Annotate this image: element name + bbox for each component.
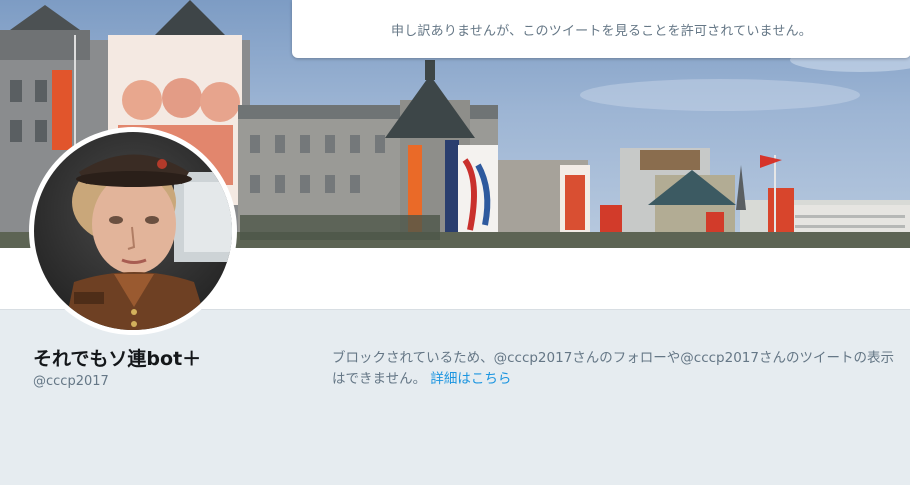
profile-avatar[interactable] [29, 127, 237, 335]
tweet-unavailable-notice: 申し訳ありませんが、このツイートを見ることを許可されていません。 [292, 0, 910, 58]
profile-photo-illustration [34, 132, 232, 330]
profile-handle: @cccp2017 [33, 374, 109, 389]
blocked-message: ブロックされているため、@cccp2017さんのフォローや@cccp2017さん… [332, 348, 907, 390]
learn-more-link[interactable]: 詳細はこちら [430, 371, 511, 387]
profile-display-name: それでもソ連bot＋ [33, 348, 202, 370]
notice-text: 申し訳ありませんが、このツイートを見ることを許可されていません。 [391, 23, 812, 39]
blocked-message-text: ブロックされているため、@cccp2017さんのフォローや@cccp2017さん… [332, 350, 894, 387]
